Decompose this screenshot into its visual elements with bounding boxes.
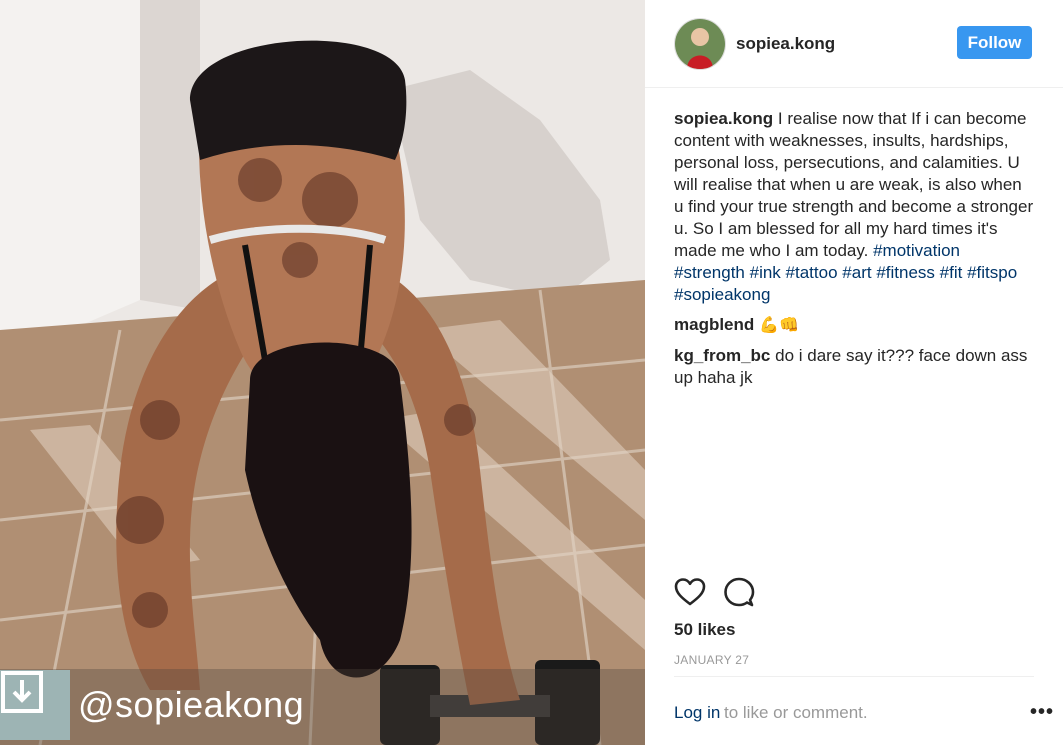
follow-button[interactable]: Follow — [957, 26, 1032, 59]
comment-author[interactable]: kg_from_bc — [674, 346, 770, 365]
comment-item: kg_from_bc do i dare say it??? face down… — [674, 345, 1034, 389]
hashtag-fitness[interactable]: #fitness — [876, 263, 935, 282]
post-sidebar: sopiea.kong Follow sopiea.kong I realise… — [645, 0, 1063, 745]
comments-list: sopiea.kong I realise now that If i can … — [674, 108, 1034, 397]
hashtag-tattoo[interactable]: #tattoo — [786, 263, 838, 282]
username[interactable]: sopiea.kong — [736, 34, 835, 54]
hashtag-fit[interactable]: #fit — [940, 263, 963, 282]
hashtag-fitspo[interactable]: #fitspo — [967, 263, 1017, 282]
post-actions — [674, 576, 1034, 612]
hashtag-strength[interactable]: #strength — [674, 263, 745, 282]
caption: sopiea.kong I realise now that If i can … — [674, 108, 1034, 306]
heart-icon[interactable] — [674, 576, 710, 612]
post-photo[interactable]: @sopieakong — [0, 0, 645, 745]
post-date: JANUARY 27 — [674, 653, 750, 667]
caption-author[interactable]: sopiea.kong — [674, 109, 773, 128]
comment-author[interactable]: magblend — [674, 315, 754, 334]
hashtag-art[interactable]: #art — [842, 263, 871, 282]
caption-text: I realise now that If i can become conte… — [674, 109, 1034, 260]
login-prompt-text: to like or comment. — [724, 703, 868, 722]
hashtag-motivation[interactable]: #motivation — [873, 241, 960, 260]
repost-icon — [0, 670, 70, 740]
hashtag-sopieakong[interactable]: #sopieakong — [674, 285, 770, 304]
hashtag-ink[interactable]: #ink — [750, 263, 781, 282]
comment-item: magblend 💪👊 — [674, 314, 1034, 337]
comment-text: 💪👊 — [759, 317, 799, 334]
comment-icon[interactable] — [723, 576, 759, 612]
likes-count[interactable]: 50 likes — [674, 620, 735, 640]
more-options-icon[interactable]: ••• — [1030, 701, 1054, 724]
post-footer: Log in to like or comment. ••• — [674, 676, 1053, 746]
post-photo-art — [0, 0, 645, 745]
post-header: sopiea.kong Follow — [645, 0, 1063, 88]
avatar[interactable] — [674, 18, 726, 70]
watermark-text: @sopieakong — [78, 684, 305, 725]
login-link[interactable]: Log in — [674, 703, 720, 723]
